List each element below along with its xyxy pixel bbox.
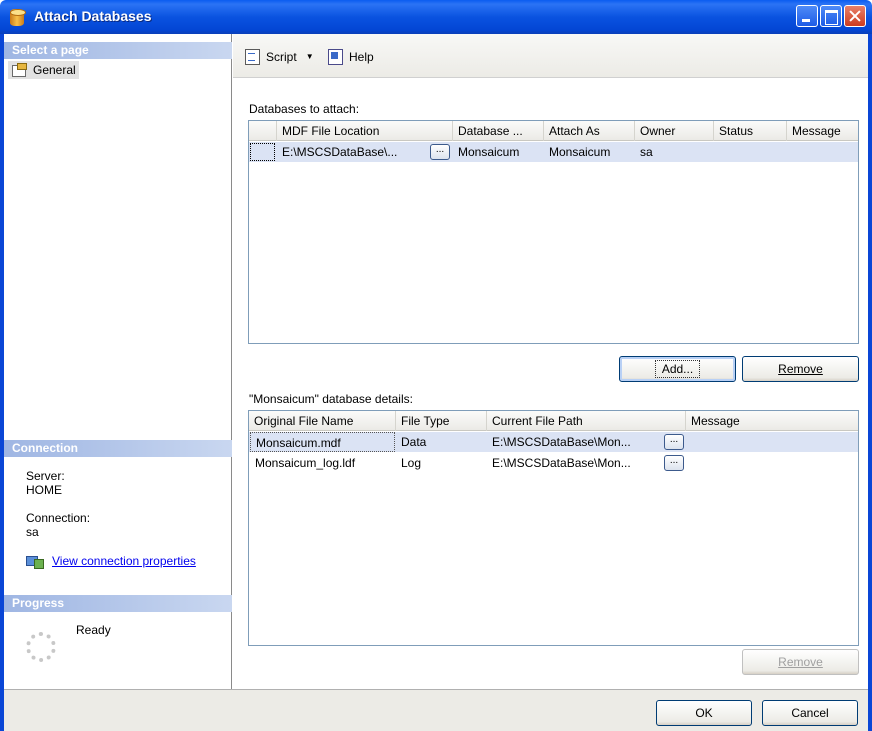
column-header[interactable]: Database ... xyxy=(453,121,544,141)
original-file-name-cell[interactable]: Monsaicum_log.ldf xyxy=(250,453,395,473)
server-label: Server: xyxy=(26,469,65,483)
progress-spinner-icon xyxy=(26,632,56,662)
progress-status: Ready xyxy=(76,623,111,637)
browse-file-path-button[interactable]: ... xyxy=(664,455,684,471)
column-header[interactable]: Original File Name xyxy=(249,411,396,431)
add-database-button[interactable]: Add... xyxy=(619,356,736,382)
maximize-button[interactable] xyxy=(820,5,842,27)
connection-properties-icon xyxy=(26,554,44,569)
column-header[interactable]: File Type xyxy=(396,411,487,431)
table-row[interactable]: E:\MSCSDataBase\... ... Monsaicum Monsai… xyxy=(249,142,858,162)
column-header[interactable]: Attach As xyxy=(544,121,635,141)
right-panel: Script ▼ Help Databases to attach: MDF F… xyxy=(233,34,868,689)
left-panel: Select a page General Connection Server:… xyxy=(4,34,232,689)
close-button[interactable] xyxy=(844,5,866,27)
connection-label: Connection: xyxy=(26,511,91,525)
add-button-label: Add... xyxy=(654,360,701,378)
view-connection-properties[interactable]: View connection properties xyxy=(26,554,196,569)
script-label: Script xyxy=(266,49,297,64)
chevron-down-icon[interactable]: ▼ xyxy=(306,52,314,61)
ok-button[interactable]: OK xyxy=(656,700,752,726)
remove-file-button[interactable]: Remove xyxy=(742,649,859,675)
page-item-label: General xyxy=(33,63,76,77)
progress-header: Progress xyxy=(4,595,232,612)
file-type-cell: Data xyxy=(401,435,427,449)
original-file-name-cell[interactable]: Monsaicum.mdf xyxy=(250,432,395,452)
properties-page-icon xyxy=(11,63,27,77)
message-cell xyxy=(787,142,860,162)
column-header[interactable]: Current File Path xyxy=(487,411,686,431)
message-cell xyxy=(686,453,860,473)
browse-mdf-button[interactable]: ... xyxy=(430,144,450,160)
databases-grid-header: MDF File Location Database ... Attach As… xyxy=(249,121,858,141)
row-selector[interactable] xyxy=(250,143,275,161)
status-cell xyxy=(714,142,787,162)
database-details-label: "Monsaicum" database details: xyxy=(249,392,413,406)
file-type-cell: Log xyxy=(401,456,422,470)
script-icon xyxy=(243,49,261,65)
message-cell xyxy=(686,432,860,452)
column-header[interactable]: Message xyxy=(686,411,860,431)
mdf-location-cell[interactable]: E:\MSCSDataBase\... xyxy=(277,142,427,162)
remove-file-label: Remove xyxy=(778,655,823,669)
page-item-general[interactable]: General xyxy=(8,61,79,79)
current-file-path-cell[interactable]: E:\MSCSDataBase\Mon... xyxy=(487,453,662,473)
dialog-footer: OK Cancel xyxy=(4,689,868,731)
databases-to-attach-label: Databases to attach: xyxy=(249,102,360,116)
files-grid-header: Original File Name File Type Current Fil… xyxy=(249,411,858,431)
column-header[interactable]: Status xyxy=(714,121,787,141)
help-button[interactable]: Help xyxy=(328,49,374,65)
databases-grid[interactable]: MDF File Location Database ... Attach As… xyxy=(248,120,859,344)
minimize-button[interactable] xyxy=(796,5,818,27)
database-files-grid[interactable]: Original File Name File Type Current Fil… xyxy=(248,410,859,646)
title-bar[interactable]: Attach Databases xyxy=(0,0,872,34)
table-row[interactable]: Monsaicum_log.ldf Log E:\MSCSDataBase\Mo… xyxy=(249,453,858,473)
remove-button-label: Remove xyxy=(778,362,823,376)
script-button[interactable]: Script ▼ xyxy=(243,49,314,65)
view-connection-properties-link[interactable]: View connection properties xyxy=(52,554,196,568)
current-file-path-cell[interactable]: E:\MSCSDataBase\Mon... xyxy=(487,432,662,452)
select-page-header: Select a page xyxy=(4,42,232,59)
owner-cell[interactable]: sa xyxy=(635,142,714,162)
browse-file-path-button[interactable]: ... xyxy=(664,434,684,450)
help-label: Help xyxy=(349,49,374,64)
cancel-button[interactable]: Cancel xyxy=(762,700,858,726)
row-selector-header xyxy=(249,121,277,141)
connection-header: Connection xyxy=(4,440,232,457)
help-icon xyxy=(328,49,344,65)
toolbar: Script ▼ Help xyxy=(233,34,868,78)
database-icon xyxy=(10,9,26,26)
attach-as-cell[interactable]: Monsaicum xyxy=(544,142,635,162)
connection-value: sa xyxy=(26,525,39,539)
table-row[interactable]: Monsaicum.mdf Data E:\MSCSDataBase\Mon..… xyxy=(249,432,858,452)
column-header[interactable]: Message xyxy=(787,121,860,141)
column-header[interactable]: Owner xyxy=(635,121,714,141)
column-header[interactable]: MDF File Location xyxy=(277,121,453,141)
server-value: HOME xyxy=(26,483,62,497)
remove-database-button[interactable]: Remove xyxy=(742,356,859,382)
database-cell: Monsaicum xyxy=(458,145,520,159)
window-title: Attach Databases xyxy=(34,8,152,24)
window-frame-right xyxy=(868,34,872,731)
